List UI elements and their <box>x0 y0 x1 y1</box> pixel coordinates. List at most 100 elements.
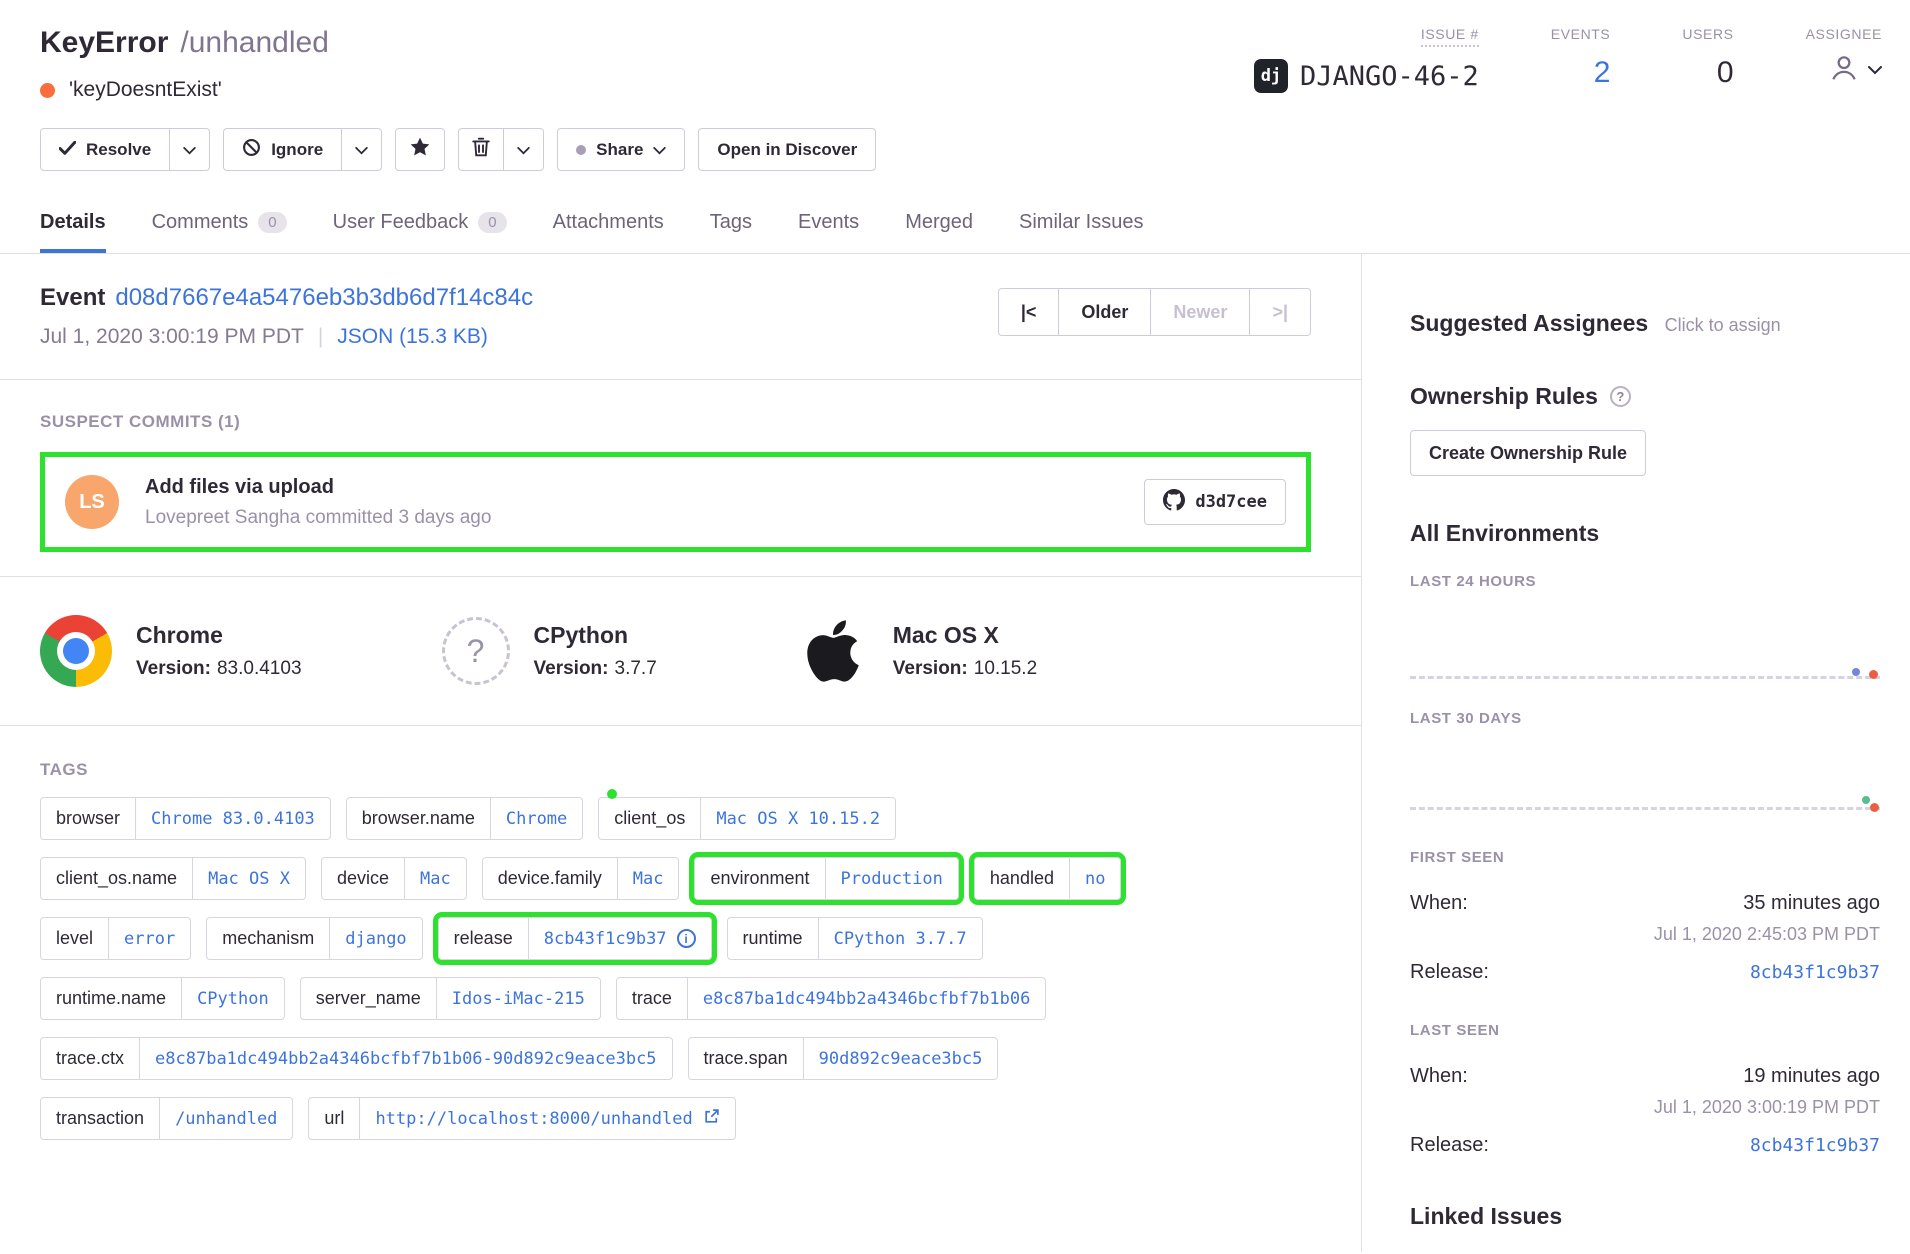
last-30-days-label: LAST 30 DAYS <box>1410 710 1880 727</box>
event-json-link[interactable]: JSON (15.3 KB) <box>337 325 488 348</box>
tag-value-link[interactable]: 90d892c9eace3bc5 <box>803 1038 998 1079</box>
tag-value-link[interactable]: Chrome 83.0.4103 <box>135 798 330 839</box>
trash-icon <box>472 137 490 162</box>
ignore-button[interactable]: Ignore <box>223 128 342 171</box>
django-project-icon: dj <box>1254 59 1288 93</box>
tag-value-link[interactable]: no <box>1069 858 1120 899</box>
tag-value-link[interactable]: Mac OS X <box>192 858 305 899</box>
tag-value-link[interactable]: CPython 3.7.7 <box>818 918 982 959</box>
tag-key: mechanism <box>207 918 329 959</box>
last-seen-date: Jul 1, 2020 3:00:19 PM PDT <box>1410 1097 1880 1118</box>
users-count: 0 <box>1682 56 1733 90</box>
resolve-dropdown-button[interactable] <box>169 128 210 171</box>
issue-number-label: ISSUE # <box>1421 26 1479 47</box>
tag-value-link[interactable]: CPython <box>181 978 284 1019</box>
tag-pill-runtime: runtimeCPython 3.7.7 <box>727 917 983 960</box>
tag-value-link[interactable]: Mac <box>617 858 679 899</box>
tag-value-link[interactable]: Idos-iMac-215 <box>436 978 600 1019</box>
tag-key: level <box>41 918 108 959</box>
oldest-event-button[interactable]: |< <box>998 288 1060 336</box>
tag-value-link[interactable]: http://localhost:8000/unhandled <box>359 1098 734 1139</box>
tag-pill-trace: tracee8c87ba1dc494bb2a4346bcfbf7b1b06 <box>616 977 1047 1020</box>
suggested-assignees-title: Suggested Assignees <box>1410 310 1648 336</box>
event-id-link[interactable]: d08d7667e4a5476eb3b3db6d7f14c84c <box>115 284 533 311</box>
chevron-down-icon <box>653 140 666 160</box>
tab-details[interactable]: Details <box>40 199 106 253</box>
info-icon[interactable]: i <box>677 929 696 948</box>
tag-key: browser <box>41 798 135 839</box>
chevron-down-icon <box>1868 62 1882 80</box>
share-button[interactable]: Share <box>557 128 685 171</box>
chevron-down-icon <box>517 140 530 160</box>
tag-pill-release: release8cb43f1c9b37i <box>438 917 712 960</box>
context-name: Mac OS X <box>893 622 1037 649</box>
tag-pill-client-os-name: client_os.nameMac OS X <box>40 857 306 900</box>
commit-sha-button[interactable]: d3d7cee <box>1144 479 1286 525</box>
context-name: Chrome <box>136 622 302 649</box>
tags-section: TAGS browserChrome 83.0.4103 browser.nam… <box>0 726 1361 1180</box>
tag-value-link[interactable]: error <box>108 918 190 959</box>
tag-value-link[interactable]: e8c87ba1dc494bb2a4346bcfbf7b1b06-90d892c… <box>139 1038 672 1079</box>
tag-pill-mechanism: mechanismdjango <box>206 917 422 960</box>
stat-events: EVENTS 2 <box>1551 26 1611 102</box>
tag-key: transaction <box>41 1098 159 1139</box>
tag-value-link[interactable]: Mac OS X 10.15.2 <box>700 798 895 839</box>
tag-key: server_name <box>301 978 436 1019</box>
bookmark-star-button[interactable] <box>395 128 445 171</box>
assignee-label: ASSIGNEE <box>1806 26 1882 42</box>
stat-users: USERS 0 <box>1682 26 1733 102</box>
tag-pill-client-os: client_osMac OS X 10.15.2 <box>598 797 896 840</box>
tag-value-link[interactable]: /unhandled <box>159 1098 292 1139</box>
tag-value-link[interactable]: Production <box>825 858 958 899</box>
tag-key: url <box>309 1098 359 1139</box>
issue-short-id[interactable]: DJANGO-46-2 <box>1300 61 1479 92</box>
tab-comments[interactable]: Comments0 <box>152 199 287 253</box>
person-icon <box>1828 52 1860 89</box>
error-level-dot <box>40 83 55 98</box>
version-label: Version: <box>534 658 609 679</box>
last-seen-release-link[interactable]: 8cb43f1c9b37 <box>1750 1135 1880 1156</box>
first-seen-release-link[interactable]: 8cb43f1c9b37 <box>1750 962 1880 983</box>
tab-user-feedback[interactable]: User Feedback0 <box>333 199 507 253</box>
older-event-button[interactable]: Older <box>1058 288 1151 336</box>
first-seen-heading: FIRST SEEN <box>1410 849 1880 866</box>
share-label: Share <box>596 140 643 160</box>
newer-event-button[interactable]: Newer <box>1150 288 1250 336</box>
tag-value-link[interactable]: Chrome <box>490 798 582 839</box>
tag-key: runtime.name <box>41 978 181 1019</box>
resolve-button[interactable]: Resolve <box>40 128 170 171</box>
last-30-days-sparkline <box>1410 807 1880 811</box>
tag-key: trace.ctx <box>41 1038 139 1079</box>
when-label: When: <box>1410 1065 1468 1088</box>
ownership-rules-block: Ownership Rules ? <box>1410 383 1880 410</box>
newest-event-button[interactable]: >| <box>1249 288 1311 336</box>
chevron-down-icon <box>355 140 368 160</box>
version-value: 83.0.4103 <box>217 658 302 679</box>
tag-value-link[interactable]: Mac <box>404 858 466 899</box>
tag-value-link[interactable]: django <box>329 918 421 959</box>
suspect-commits-section: SUSPECT COMMITS (1) LS Add files via upl… <box>0 380 1361 577</box>
ignore-dropdown-button[interactable] <box>341 128 382 171</box>
tab-events[interactable]: Events <box>798 199 859 253</box>
tab-attachments[interactable]: Attachments <box>553 199 664 253</box>
event-label: Event <box>40 284 105 311</box>
tag-value-link[interactable]: e8c87ba1dc494bb2a4346bcfbf7b1b06 <box>687 978 1046 1019</box>
tab-tags[interactable]: Tags <box>710 199 752 253</box>
delete-button[interactable] <box>458 128 504 171</box>
committer-avatar: LS <box>65 475 119 529</box>
stat-assignee: ASSIGNEE <box>1806 26 1882 102</box>
open-in-discover-button[interactable]: Open in Discover <box>698 128 876 171</box>
help-icon[interactable]: ? <box>1610 386 1631 407</box>
tab-merged[interactable]: Merged <box>905 199 973 253</box>
tab-similar-issues[interactable]: Similar Issues <box>1019 199 1143 253</box>
all-environments-title: All Environments <box>1410 520 1880 547</box>
context-os: Mac OS X Version:10.15.2 <box>797 615 1037 687</box>
ignore-label: Ignore <box>271 140 323 160</box>
issue-message: 'keyDoesntExist' <box>69 78 222 102</box>
create-ownership-rule-button[interactable]: Create Ownership Rule <box>1410 430 1646 476</box>
share-status-dot <box>576 145 586 155</box>
sparkline-dot-green <box>1862 796 1870 804</box>
delete-dropdown-button[interactable] <box>503 128 544 171</box>
assignee-selector[interactable] <box>1806 52 1882 89</box>
tag-value-link[interactable]: 8cb43f1c9b37i <box>528 918 711 959</box>
